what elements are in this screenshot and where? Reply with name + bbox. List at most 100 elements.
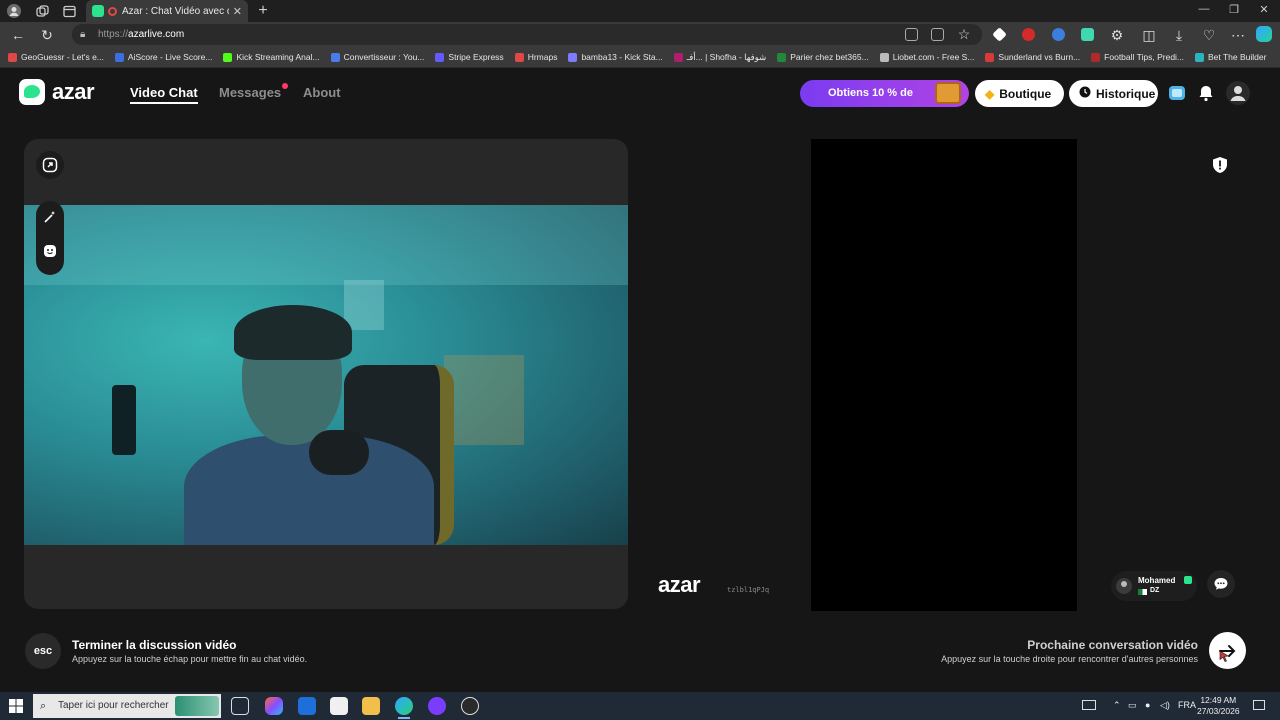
azar-logo-text: azar bbox=[52, 79, 95, 104]
restore-icon[interactable]: ❐ bbox=[1224, 3, 1244, 19]
search-icon: ⌕ bbox=[40, 700, 47, 712]
minimize-icon[interactable]: — bbox=[1194, 3, 1214, 19]
bookmark-item[interactable]: Hrmaps bbox=[514, 52, 557, 62]
bookmark-item[interactable]: Stripe Express bbox=[435, 52, 504, 62]
partner-badge[interactable]: Mohamed DZ bbox=[1111, 571, 1197, 601]
taskbar-search-input[interactable]: ⌕ Taper ici pour rechercher bbox=[33, 694, 221, 718]
close-tab-icon[interactable]: ✕ bbox=[233, 5, 242, 18]
end-chat-title: Terminer la discussion vidéo bbox=[72, 638, 237, 652]
app-purple-icon[interactable] bbox=[428, 697, 446, 715]
bookmark-item[interactable]: bamba13 - Kick Sta... bbox=[568, 52, 663, 62]
show-hidden-icons[interactable]: ⌃ bbox=[1113, 700, 1121, 711]
bookmark-label: Bet The Builder bbox=[1208, 52, 1267, 62]
task-view-icon[interactable] bbox=[231, 697, 249, 715]
close-window-icon[interactable]: ✕ bbox=[1254, 3, 1274, 19]
bookmark-label: Parier chez bet365... bbox=[790, 52, 869, 62]
clock-time: 12:49 AM bbox=[1200, 695, 1237, 705]
search-highlight-image bbox=[175, 696, 219, 716]
bookmark-item[interactable]: أفـ... | Shofha - شوفها bbox=[673, 51, 767, 63]
microphone-icon[interactable]: ● bbox=[1145, 700, 1150, 710]
nav-about[interactable]: About bbox=[303, 85, 341, 100]
refresh-icon[interactable]: ↻ bbox=[38, 26, 56, 44]
user-avatar-icon[interactable] bbox=[1226, 81, 1250, 105]
bookmark-label: Stripe Express bbox=[448, 52, 504, 62]
bookmark-favicon-icon bbox=[985, 52, 995, 62]
bookmark-item[interactable]: Sunderland vs Burn... bbox=[985, 52, 1080, 62]
nav-messages[interactable]: Messages bbox=[219, 85, 281, 100]
next-chat-title: Prochaine conversation vidéo bbox=[1027, 638, 1198, 652]
bookmark-item[interactable]: Football Tips, Predi... bbox=[1091, 52, 1184, 62]
clock-icon bbox=[1079, 86, 1091, 101]
browser-essentials-icon[interactable]: ♡ bbox=[1200, 26, 1218, 44]
taskbar-clock[interactable]: 12:49 AM 27/03/2026 bbox=[1197, 695, 1240, 717]
copilot-icon[interactable] bbox=[1256, 26, 1272, 42]
bookmark-item[interactable]: Convertisseur : You... bbox=[330, 52, 424, 62]
extensions-puzzle-icon[interactable]: ⚙︎ bbox=[1108, 26, 1126, 44]
promo-banner[interactable]: Obtiens 10 % de bbox=[800, 80, 969, 107]
app-circle-icon[interactable] bbox=[461, 697, 479, 715]
bookmark-item[interactable]: Kick Streaming Anal... bbox=[223, 52, 320, 62]
extension-red-icon[interactable] bbox=[1022, 28, 1035, 41]
boutique-label: Boutique bbox=[999, 86, 1052, 101]
favorite-star-icon[interactable]: ☆ bbox=[955, 25, 973, 43]
workspaces-icon[interactable] bbox=[34, 3, 50, 19]
windows-start-icon[interactable] bbox=[9, 699, 23, 713]
nav-video-chat[interactable]: Video Chat bbox=[130, 85, 198, 104]
notification-center-icon[interactable] bbox=[1253, 700, 1265, 710]
tab-title: Azar : Chat Vidéo avec de n bbox=[122, 5, 229, 17]
store-icon[interactable] bbox=[330, 697, 348, 715]
bookmark-item[interactable]: GeoGuessr - Let's e... bbox=[8, 52, 104, 62]
extension-teal-icon[interactable] bbox=[1081, 28, 1094, 41]
historique-button[interactable]: Historique bbox=[1069, 80, 1158, 107]
split-screen-icon[interactable]: ◫ bbox=[1140, 26, 1158, 44]
mouse-cursor-icon bbox=[1219, 650, 1229, 662]
speaker-icon[interactable]: ◁) bbox=[1160, 700, 1170, 711]
azar-watermark: azar bbox=[658, 572, 701, 597]
settings-more-icon[interactable]: ⋯ bbox=[1229, 26, 1247, 44]
report-shield-icon[interactable] bbox=[1211, 156, 1229, 174]
partner-avatar bbox=[1116, 578, 1132, 594]
camera-icon[interactable] bbox=[905, 28, 918, 41]
expand-icon[interactable] bbox=[36, 151, 64, 179]
bookmark-label: Sunderland vs Burn... bbox=[998, 52, 1081, 62]
back-icon[interactable]: ← bbox=[9, 26, 27, 44]
recording-icon bbox=[108, 6, 117, 16]
app-available-icon[interactable] bbox=[931, 28, 944, 41]
extension-blue-icon[interactable] bbox=[1052, 28, 1065, 41]
downloads-icon[interactable]: ⤓ bbox=[1170, 26, 1188, 44]
next-chat-subtitle: Appuyez sur la touche droite pour rencon… bbox=[941, 654, 1198, 664]
edge-icon[interactable] bbox=[395, 697, 413, 719]
notifications-bell-icon[interactable] bbox=[1194, 81, 1218, 105]
bookmark-favicon-icon bbox=[114, 52, 124, 62]
outlook-icon[interactable] bbox=[298, 697, 316, 715]
bookmark-favicon-icon bbox=[568, 52, 578, 62]
azar-logo[interactable]: azar bbox=[19, 79, 95, 105]
bookmark-item[interactable]: AiScore - Live Score... bbox=[114, 52, 212, 62]
azar-logo-icon bbox=[19, 79, 45, 105]
esc-end-call-button[interactable]: esc bbox=[25, 633, 61, 669]
gems-icon[interactable] bbox=[1165, 81, 1189, 105]
messages-notification-dot bbox=[282, 83, 288, 89]
clock-date: 27/03/2026 bbox=[1197, 706, 1240, 716]
chat-bubble-icon[interactable] bbox=[1207, 570, 1235, 598]
azar-app: azar Video Chat Messages About Obtiens 1… bbox=[0, 68, 1280, 692]
magic-filter-icon[interactable] bbox=[36, 203, 64, 231]
boutique-button[interactable]: ◆ Boutique bbox=[975, 80, 1064, 107]
tab-azar[interactable]: Azar : Chat Vidéo avec de n ✕ bbox=[86, 0, 248, 22]
tab-actions-icon[interactable] bbox=[61, 3, 77, 19]
url-input[interactable]: 🔒︎ https://azarlive.com bbox=[72, 24, 982, 45]
bookmark-item[interactable]: Liobet.com - Free S... bbox=[879, 52, 974, 62]
new-tab-icon[interactable]: + bbox=[255, 2, 271, 19]
file-explorer-icon[interactable] bbox=[362, 697, 380, 715]
bookmark-item[interactable]: Bet The Builder bbox=[1195, 52, 1266, 62]
face-sticker-icon[interactable] bbox=[36, 237, 64, 265]
profile-icon[interactable] bbox=[6, 3, 22, 19]
keyboard-tray-icon[interactable] bbox=[1082, 700, 1096, 710]
windows-taskbar: ⌕ Taper ici pour rechercher ⌃ ▭ ● ◁) FRA… bbox=[0, 692, 1280, 720]
tray-icon-1[interactable]: ▭ bbox=[1128, 700, 1137, 711]
bookmark-label: أفـ... | Shofha - شوفها bbox=[686, 51, 767, 62]
language-indicator[interactable]: FRA bbox=[1178, 700, 1196, 710]
copilot-app-icon[interactable] bbox=[265, 697, 283, 715]
bookmark-item[interactable]: Parier chez bet365... bbox=[777, 52, 869, 62]
extension-diamond-icon[interactable] bbox=[992, 27, 1007, 42]
